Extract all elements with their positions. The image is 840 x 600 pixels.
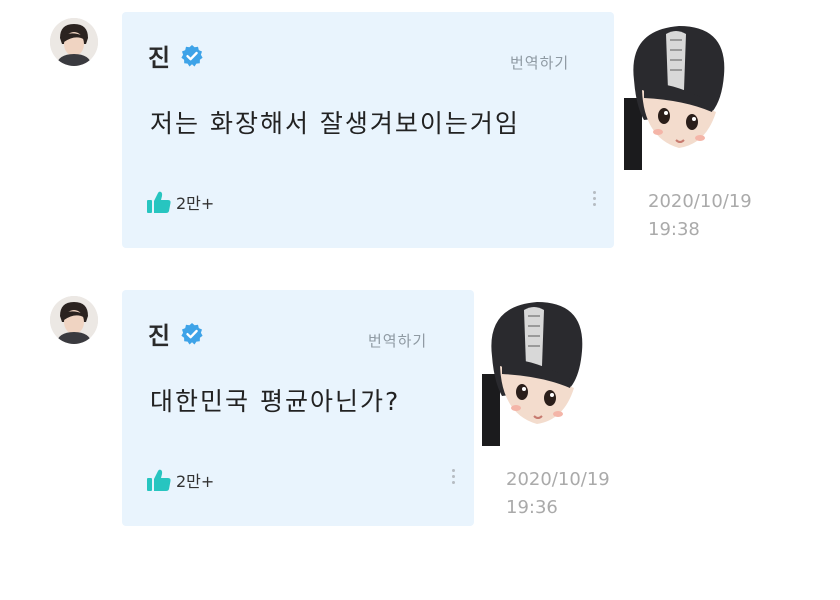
character-sticker — [482, 302, 583, 446]
author-row: 진 — [148, 316, 204, 351]
timestamp-time: 19:38 — [648, 219, 700, 240]
author-row: 진 — [148, 38, 204, 73]
message-card: 진 번역하기 대한민국 평균아닌가? 2만+ — [122, 290, 474, 526]
translate-link[interactable]: 번역하기 — [510, 52, 569, 73]
thumbs-up-icon — [147, 191, 171, 213]
timestamp-time: 19:36 — [506, 497, 558, 518]
like-count: 2만+ — [176, 194, 215, 213]
avatar-image — [50, 18, 98, 66]
message-card: 진 번역하기 저는 화장해서 잘생겨보이는거임 2만+ — [122, 12, 614, 248]
more-options-icon[interactable] — [450, 466, 456, 492]
author-name[interactable]: 진 — [148, 38, 170, 73]
avatar[interactable] — [50, 18, 98, 66]
verified-badge-icon — [181, 44, 203, 66]
translate-link[interactable]: 번역하기 — [368, 330, 427, 351]
avatar[interactable] — [50, 296, 98, 344]
timestamp-date: 2020/10/19 — [506, 469, 610, 490]
avatar-image — [50, 296, 98, 344]
timestamp-date: 2020/10/19 — [648, 191, 752, 212]
author-name[interactable]: 진 — [148, 316, 170, 351]
more-options-icon[interactable] — [591, 188, 597, 214]
character-sticker — [624, 26, 725, 170]
verified-badge-icon — [181, 322, 203, 344]
thumbs-up-icon — [147, 469, 171, 491]
timestamp: 2020/10/19 19:38 — [648, 188, 752, 244]
message-text: 저는 화장해서 잘생겨보이는거임 — [150, 109, 520, 138]
like-button[interactable]: 2만+ — [146, 468, 214, 492]
timestamp: 2020/10/19 19:36 — [506, 466, 610, 522]
message-text: 대한민국 평균아닌가? — [150, 387, 401, 416]
like-button[interactable]: 2만+ — [146, 190, 214, 214]
like-count: 2만+ — [176, 472, 215, 491]
